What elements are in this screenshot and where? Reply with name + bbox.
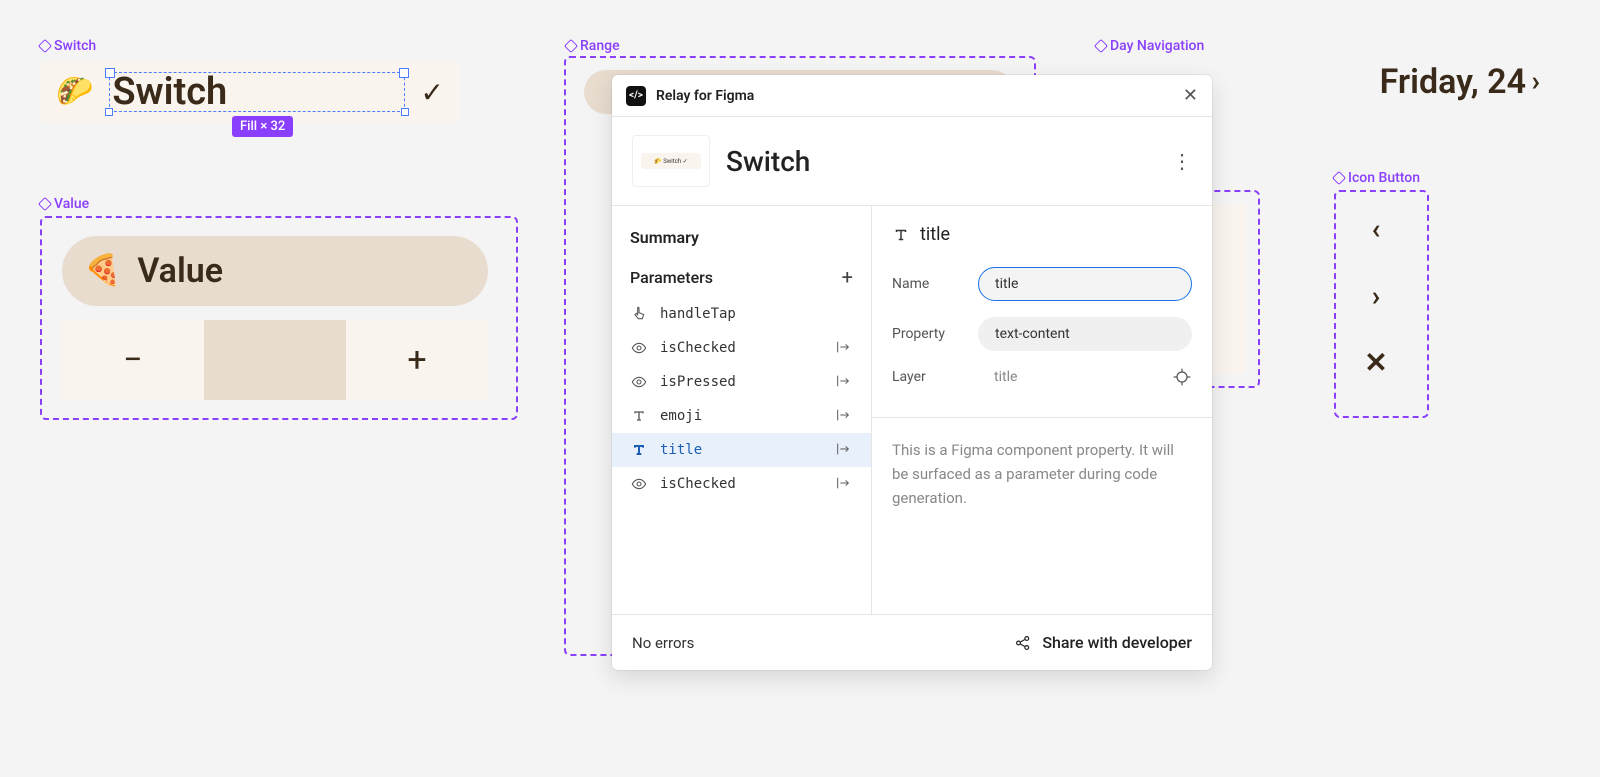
property-input[interactable]: text-content [978, 317, 1192, 351]
arrow-in-icon [835, 475, 853, 493]
eye-icon [630, 373, 648, 391]
selection-handle[interactable] [105, 108, 113, 116]
panel-body: Summary Parameters + handleTap isChecked i… [612, 206, 1212, 614]
panel-header: 🌮 Switch ✓ Switch ⋮ [612, 117, 1212, 206]
parameter-name: handleTap [660, 306, 825, 322]
detail-heading: title [892, 224, 1192, 245]
parameter-list: handleTap isChecked isPressed emoji title isC… [612, 297, 871, 501]
switch-component[interactable]: 🌮 Switch ✓ [40, 62, 460, 122]
component-icon [38, 39, 52, 53]
parameter-name: isChecked [660, 340, 823, 356]
text-icon [630, 441, 648, 459]
property-row: Property text-content [892, 317, 1192, 351]
checkmark-icon: ✓ [421, 76, 444, 109]
share-icon [1014, 634, 1032, 652]
parameter-row[interactable]: isChecked [612, 467, 871, 501]
switch-title-text: Switch [112, 70, 227, 114]
icon-button-column: ‹ › ✕ [1346, 212, 1406, 379]
parameter-row[interactable]: isChecked [612, 331, 871, 365]
more-icon[interactable]: ⋮ [1172, 149, 1192, 173]
target-icon[interactable] [1172, 367, 1192, 387]
selection-handle[interactable] [401, 108, 409, 116]
text-icon [892, 226, 910, 244]
component-label-text: Value [54, 196, 89, 212]
component-icon [38, 197, 52, 211]
component-label-text: Day Navigation [1110, 38, 1204, 54]
eye-icon [630, 475, 648, 493]
component-label-text: Icon Button [1348, 170, 1420, 186]
panel-titlebar[interactable]: </> Relay for Figma ✕ [612, 75, 1212, 117]
value-pill[interactable]: 🍕 Value [62, 236, 488, 306]
component-icon [1094, 39, 1108, 53]
share-label: Share with developer [1042, 633, 1192, 652]
switch-emoji: 🌮 [56, 77, 93, 107]
selection-size-badge: Fill × 32 [232, 116, 293, 137]
arrow-in-icon [835, 407, 853, 425]
parameters-heading-row: Parameters + [612, 265, 871, 297]
close-icon[interactable]: ✕ [1346, 346, 1406, 379]
name-row: Name title [892, 267, 1192, 301]
parameter-name: isChecked [660, 476, 823, 492]
name-input[interactable]: title [978, 267, 1192, 301]
parameters-heading: Parameters [630, 268, 713, 287]
component-label-switch[interactable]: Switch [40, 38, 96, 54]
component-label-value[interactable]: Value [40, 196, 89, 212]
detail-heading-text: title [920, 224, 950, 245]
value-title: Value [137, 251, 223, 291]
layer-value: title [978, 369, 1172, 385]
arrow-in-icon [835, 373, 853, 391]
error-status[interactable]: No errors [632, 634, 694, 652]
add-parameter-icon[interactable]: + [842, 265, 853, 289]
value-emoji: 🍕 [84, 256, 121, 286]
value-stepper: − + [62, 320, 488, 400]
share-button[interactable]: Share with developer [1014, 633, 1192, 652]
minus-button[interactable]: − [62, 320, 204, 400]
panel-right-column: title Name title Property text-content L… [872, 206, 1212, 614]
component-label-iconbutton[interactable]: Icon Button [1334, 170, 1420, 186]
eye-icon [630, 339, 648, 357]
chevron-left-icon[interactable]: ‹ [1346, 212, 1406, 245]
parameter-row[interactable]: isPressed [612, 365, 871, 399]
close-icon[interactable]: ✕ [1183, 85, 1198, 106]
switch-title-selected[interactable]: Switch [109, 72, 404, 112]
parameter-name: isPressed [660, 374, 823, 390]
relay-app-icon: </> [626, 86, 646, 106]
arrow-in-icon [835, 339, 853, 357]
panel-footer: No errors Share with developer [612, 614, 1212, 670]
parameter-row[interactable]: title [612, 433, 871, 467]
component-icon [564, 39, 578, 53]
component-label-daynav[interactable]: Day Navigation [1096, 38, 1204, 54]
relay-panel: </> Relay for Figma ✕ 🌮 Switch ✓ Switch … [612, 75, 1212, 670]
detail-description: This is a Figma component property. It w… [872, 417, 1212, 510]
parameter-name: title [660, 442, 823, 458]
component-icon [1332, 171, 1346, 185]
day-nav-title: Friday, 24 [1380, 62, 1526, 102]
stepper-display [204, 320, 346, 400]
arrow-in-icon [835, 441, 853, 459]
layer-row: Layer title [892, 367, 1192, 387]
component-thumbnail: 🌮 Switch ✓ [632, 135, 710, 187]
tap-icon [630, 305, 648, 323]
parameter-row[interactable]: handleTap [612, 297, 871, 331]
component-label-text: Switch [54, 38, 96, 54]
panel-app-title: Relay for Figma [656, 88, 1173, 104]
thumbnail-preview: 🌮 Switch ✓ [641, 153, 701, 169]
component-name: Switch [726, 145, 1156, 178]
name-label: Name [892, 276, 978, 292]
text-icon [630, 407, 648, 425]
parameter-row[interactable]: emoji [612, 399, 871, 433]
component-label-text: Range [580, 38, 620, 54]
chevron-right-icon[interactable]: › [1346, 279, 1406, 312]
summary-heading[interactable]: Summary [612, 224, 871, 265]
layer-label: Layer [892, 369, 978, 385]
parameter-name: emoji [660, 408, 823, 424]
component-label-range[interactable]: Range [566, 38, 620, 54]
plus-button[interactable]: + [346, 320, 488, 400]
property-label: Property [892, 326, 978, 342]
chevron-right-icon[interactable]: › [1532, 64, 1540, 97]
panel-left-column: Summary Parameters + handleTap isChecked i… [612, 206, 872, 614]
